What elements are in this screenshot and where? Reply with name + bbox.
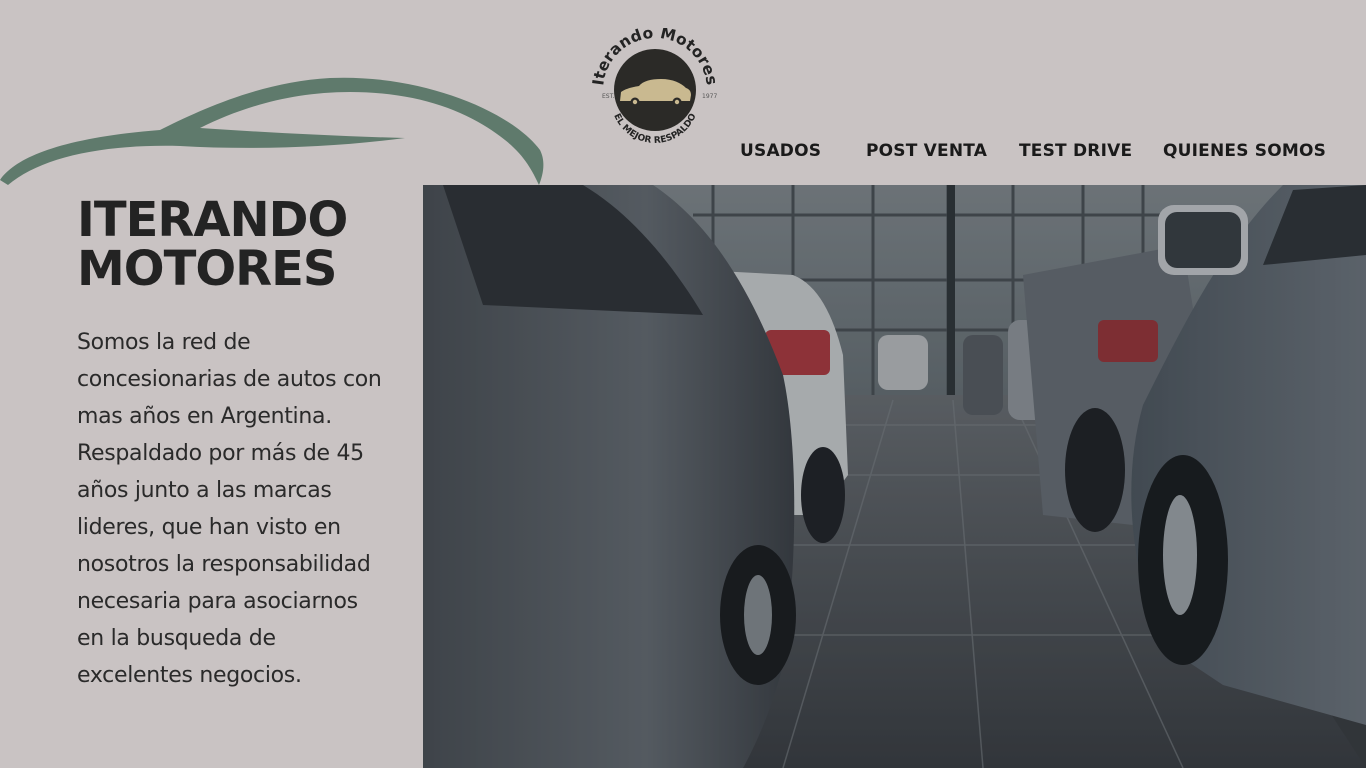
page-title: ITERANDO MOTORES: [77, 192, 348, 297]
logo-year-text: 1977: [702, 93, 717, 100]
nav-link-quienes-somos[interactable]: QUIENES SOMOS: [1163, 141, 1326, 161]
logo-est-text: EST.: [602, 93, 615, 100]
showroom-image: [423, 185, 1366, 768]
car-silhouette-swoosh: [0, 77, 544, 185]
nav-link-test-drive[interactable]: TEST DRIVE: [1019, 141, 1132, 161]
nav-link-post-venta[interactable]: POST VENTA: [866, 141, 987, 161]
nav-link-usados[interactable]: USADOS: [740, 141, 821, 161]
page-description: Somos la red de concesionarias de autos …: [77, 330, 382, 688]
main-nav: USADOS POST VENTA TEST DRIVE QUIENES SOM…: [700, 141, 1340, 167]
brand-logo[interactable]: Iterando Motores EST. 1977 EL MEJOR RESP…: [585, 24, 725, 158]
